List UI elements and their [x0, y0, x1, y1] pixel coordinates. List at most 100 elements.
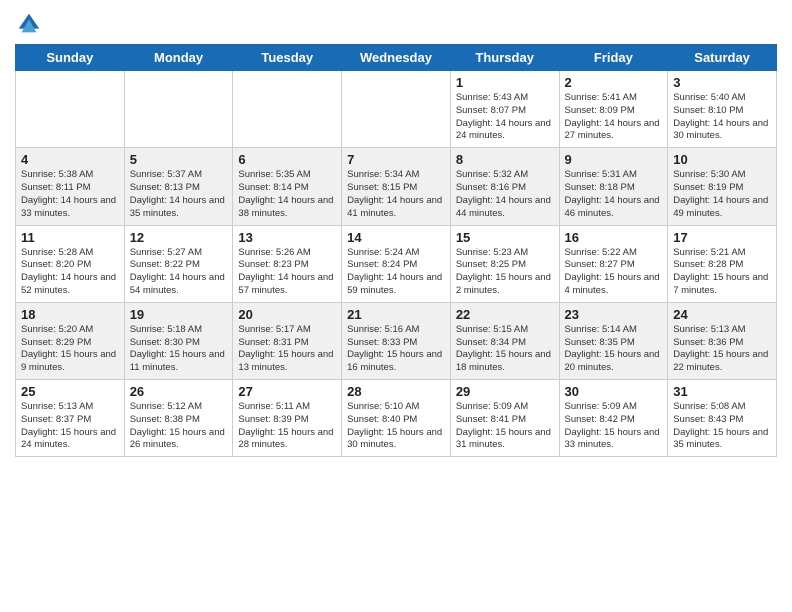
calendar-cell-5-1: 25 Sunrise: 5:13 AM Sunset: 8:37 PM Dayli…: [16, 380, 125, 457]
calendar-cell-3-6: 16Sunrise: 5:22 AM Sunset: 8:27 PM Dayli…: [559, 225, 668, 302]
calendar-cell-5-7: 31Sunrise: 5:08 AM Sunset: 8:43 PM Dayli…: [668, 380, 777, 457]
calendar-table: Sunday Monday Tuesday Wednesday Thursday…: [15, 44, 777, 457]
day-info: Sunrise: 5:24 AM Sunset: 8:24 PM Dayligh…: [347, 247, 445, 298]
day-number: 12: [130, 230, 228, 245]
day-number: 22: [456, 307, 554, 322]
calendar-week-2: 4 Sunrise: 5:38 AM Sunset: 8:11 PM Daylig…: [16, 148, 777, 225]
day-info: Sunrise: 5:18 AM Sunset: 8:30 PM Dayligh…: [130, 324, 228, 375]
day-info: Sunrise: 5:08 AM Sunset: 8:43 PM Dayligh…: [673, 401, 771, 452]
day-info: Sunrise: 5:13 AM Sunset: 8:36 PM Dayligh…: [673, 324, 771, 375]
calendar-cell-2-3: 6 Sunrise: 5:35 AM Sunset: 8:14 PM Daylig…: [233, 148, 342, 225]
calendar-cell-4-6: 23 Sunrise: 5:14 AM Sunset: 8:35 PM Dayli…: [559, 302, 668, 379]
calendar-cell-5-3: 27 Sunrise: 5:11 AM Sunset: 8:39 PM Dayli…: [233, 380, 342, 457]
day-number: 20: [238, 307, 336, 322]
day-number: 14: [347, 230, 445, 245]
day-number: 26: [130, 384, 228, 399]
day-number: 9: [565, 152, 663, 167]
day-info: Sunrise: 5:15 AM Sunset: 8:34 PM Dayligh…: [456, 324, 554, 375]
day-info: Sunrise: 5:43 AM Sunset: 8:07 PM Dayligh…: [456, 92, 554, 143]
day-number: 5: [130, 152, 228, 167]
day-info: Sunrise: 5:09 AM Sunset: 8:41 PM Dayligh…: [456, 401, 554, 452]
col-monday: Monday: [124, 45, 233, 71]
day-info: Sunrise: 5:13 AM Sunset: 8:37 PM Dayligh…: [21, 401, 119, 452]
day-number: 8: [456, 152, 554, 167]
calendar-week-4: 18 Sunrise: 5:20 AM Sunset: 8:29 PM Dayli…: [16, 302, 777, 379]
day-info: Sunrise: 5:09 AM Sunset: 8:42 PM Dayligh…: [565, 401, 663, 452]
calendar-cell-4-4: 21 Sunrise: 5:16 AM Sunset: 8:33 PM Dayli…: [342, 302, 451, 379]
day-number: 29: [456, 384, 554, 399]
calendar-week-5: 25 Sunrise: 5:13 AM Sunset: 8:37 PM Dayli…: [16, 380, 777, 457]
calendar-cell-2-4: 7Sunrise: 5:34 AM Sunset: 8:15 PM Daylig…: [342, 148, 451, 225]
day-info: Sunrise: 5:23 AM Sunset: 8:25 PM Dayligh…: [456, 247, 554, 298]
calendar-cell-3-4: 14 Sunrise: 5:24 AM Sunset: 8:24 PM Dayli…: [342, 225, 451, 302]
day-info: Sunrise: 5:28 AM Sunset: 8:20 PM Dayligh…: [21, 247, 119, 298]
calendar-cell-4-2: 19 Sunrise: 5:18 AM Sunset: 8:30 PM Dayli…: [124, 302, 233, 379]
day-number: 13: [238, 230, 336, 245]
calendar-cell-2-6: 9 Sunrise: 5:31 AM Sunset: 8:18 PM Daylig…: [559, 148, 668, 225]
calendar-cell-1-3: [233, 71, 342, 148]
day-number: 4: [21, 152, 119, 167]
day-info: Sunrise: 5:34 AM Sunset: 8:15 PM Dayligh…: [347, 169, 445, 220]
calendar-cell-3-3: 13 Sunrise: 5:26 AM Sunset: 8:23 PM Dayli…: [233, 225, 342, 302]
day-info: Sunrise: 5:31 AM Sunset: 8:18 PM Dayligh…: [565, 169, 663, 220]
calendar-cell-3-2: 12 Sunrise: 5:27 AM Sunset: 8:22 PM Dayli…: [124, 225, 233, 302]
calendar-cell-5-6: 30 Sunrise: 5:09 AM Sunset: 8:42 PM Dayli…: [559, 380, 668, 457]
day-number: 2: [565, 75, 663, 90]
calendar-cell-2-5: 8 Sunrise: 5:32 AM Sunset: 8:16 PM Daylig…: [450, 148, 559, 225]
calendar-cell-1-5: 1 Sunrise: 5:43 AM Sunset: 8:07 PM Daylig…: [450, 71, 559, 148]
day-info: Sunrise: 5:38 AM Sunset: 8:11 PM Dayligh…: [21, 169, 119, 220]
day-info: Sunrise: 5:35 AM Sunset: 8:14 PM Dayligh…: [238, 169, 336, 220]
calendar-header-row: Sunday Monday Tuesday Wednesday Thursday…: [16, 45, 777, 71]
day-number: 30: [565, 384, 663, 399]
calendar-cell-5-4: 28 Sunrise: 5:10 AM Sunset: 8:40 PM Dayli…: [342, 380, 451, 457]
day-info: Sunrise: 5:11 AM Sunset: 8:39 PM Dayligh…: [238, 401, 336, 452]
calendar-cell-2-2: 5Sunrise: 5:37 AM Sunset: 8:13 PM Daylig…: [124, 148, 233, 225]
day-info: Sunrise: 5:32 AM Sunset: 8:16 PM Dayligh…: [456, 169, 554, 220]
col-wednesday: Wednesday: [342, 45, 451, 71]
calendar-cell-4-1: 18 Sunrise: 5:20 AM Sunset: 8:29 PM Dayli…: [16, 302, 125, 379]
day-info: Sunrise: 5:21 AM Sunset: 8:28 PM Dayligh…: [673, 247, 771, 298]
day-number: 1: [456, 75, 554, 90]
day-number: 25: [21, 384, 119, 399]
calendar-week-3: 11Sunrise: 5:28 AM Sunset: 8:20 PM Dayli…: [16, 225, 777, 302]
day-number: 10: [673, 152, 771, 167]
day-number: 15: [456, 230, 554, 245]
day-number: 6: [238, 152, 336, 167]
calendar-cell-4-7: 24 Sunrise: 5:13 AM Sunset: 8:36 PM Dayli…: [668, 302, 777, 379]
day-number: 21: [347, 307, 445, 322]
calendar-cell-3-1: 11Sunrise: 5:28 AM Sunset: 8:20 PM Dayli…: [16, 225, 125, 302]
calendar-cell-5-5: 29 Sunrise: 5:09 AM Sunset: 8:41 PM Dayli…: [450, 380, 559, 457]
logo: [15, 10, 47, 38]
calendar-week-1: 1 Sunrise: 5:43 AM Sunset: 8:07 PM Daylig…: [16, 71, 777, 148]
day-info: Sunrise: 5:41 AM Sunset: 8:09 PM Dayligh…: [565, 92, 663, 143]
calendar-cell-4-3: 20 Sunrise: 5:17 AM Sunset: 8:31 PM Dayli…: [233, 302, 342, 379]
day-info: Sunrise: 5:26 AM Sunset: 8:23 PM Dayligh…: [238, 247, 336, 298]
calendar-cell-1-1: [16, 71, 125, 148]
day-info: Sunrise: 5:22 AM Sunset: 8:27 PM Dayligh…: [565, 247, 663, 298]
calendar-cell-3-7: 17 Sunrise: 5:21 AM Sunset: 8:28 PM Dayli…: [668, 225, 777, 302]
col-sunday: Sunday: [16, 45, 125, 71]
day-info: Sunrise: 5:30 AM Sunset: 8:19 PM Dayligh…: [673, 169, 771, 220]
day-number: 24: [673, 307, 771, 322]
day-info: Sunrise: 5:10 AM Sunset: 8:40 PM Dayligh…: [347, 401, 445, 452]
day-number: 23: [565, 307, 663, 322]
day-info: Sunrise: 5:27 AM Sunset: 8:22 PM Dayligh…: [130, 247, 228, 298]
day-info: Sunrise: 5:16 AM Sunset: 8:33 PM Dayligh…: [347, 324, 445, 375]
calendar-cell-3-5: 15 Sunrise: 5:23 AM Sunset: 8:25 PM Dayli…: [450, 225, 559, 302]
day-number: 18: [21, 307, 119, 322]
day-number: 27: [238, 384, 336, 399]
col-saturday: Saturday: [668, 45, 777, 71]
col-thursday: Thursday: [450, 45, 559, 71]
day-info: Sunrise: 5:17 AM Sunset: 8:31 PM Dayligh…: [238, 324, 336, 375]
calendar-cell-1-7: 3Sunrise: 5:40 AM Sunset: 8:10 PM Daylig…: [668, 71, 777, 148]
day-info: Sunrise: 5:14 AM Sunset: 8:35 PM Dayligh…: [565, 324, 663, 375]
calendar-cell-2-1: 4 Sunrise: 5:38 AM Sunset: 8:11 PM Daylig…: [16, 148, 125, 225]
day-info: Sunrise: 5:20 AM Sunset: 8:29 PM Dayligh…: [21, 324, 119, 375]
calendar-cell-5-2: 26Sunrise: 5:12 AM Sunset: 8:38 PM Dayli…: [124, 380, 233, 457]
day-number: 17: [673, 230, 771, 245]
calendar-cell-4-5: 22 Sunrise: 5:15 AM Sunset: 8:34 PM Dayli…: [450, 302, 559, 379]
page-container: Sunday Monday Tuesday Wednesday Thursday…: [0, 0, 792, 467]
day-number: 28: [347, 384, 445, 399]
day-info: Sunrise: 5:40 AM Sunset: 8:10 PM Dayligh…: [673, 92, 771, 143]
day-number: 19: [130, 307, 228, 322]
